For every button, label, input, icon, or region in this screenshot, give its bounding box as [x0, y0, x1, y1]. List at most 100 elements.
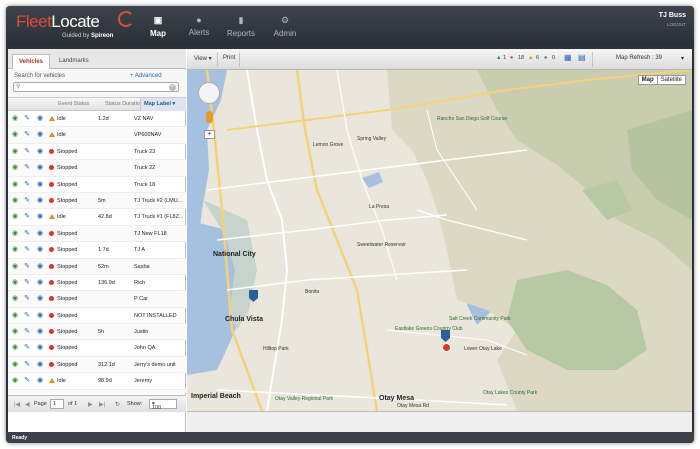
table-row[interactable]: ◉ ✎ ◉ Stopped P Car [8, 291, 186, 308]
edit-icon[interactable]: ✎ [23, 279, 31, 287]
edit-icon[interactable]: ✎ [23, 131, 31, 139]
edit-icon[interactable]: ✎ [23, 295, 31, 303]
locate-icon[interactable]: ◉ [11, 361, 19, 369]
tab-vehicles[interactable]: Vehicles [12, 54, 51, 69]
table-row[interactable]: ◉ ✎ ◉ Idle 98.9d Jeremy [8, 373, 186, 390]
table-row[interactable]: ◉ ✎ ◉ Stopped 52m Sasha [8, 258, 186, 275]
edit-icon[interactable]: ✎ [23, 328, 31, 336]
globe-icon[interactable]: ◉ [36, 377, 44, 385]
view-menu[interactable]: View ▾ [194, 55, 212, 62]
edit-icon[interactable]: ✎ [23, 263, 31, 271]
last-page-icon[interactable]: ▶| [99, 401, 105, 408]
table-row[interactable]: ◉ ✎ ◉ Idle 42.8d TJ Truck #1 (FL8Z... [8, 209, 186, 226]
fit-map-icon[interactable]: ▦ [564, 53, 572, 62]
locate-icon[interactable]: ◉ [11, 279, 19, 287]
pan-control[interactable] [198, 82, 220, 104]
expand-map-icon[interactable]: ▤ [578, 53, 586, 62]
locate-icon[interactable]: ◉ [11, 344, 19, 352]
nav-map[interactable]: ▣ Map [145, 6, 171, 46]
locate-icon[interactable]: ◉ [11, 295, 19, 303]
locate-icon[interactable]: ◉ [11, 181, 19, 189]
table-row[interactable]: ◉ ✎ ◉ Stopped John QA [8, 340, 186, 357]
locate-icon[interactable]: ◉ [11, 131, 19, 139]
globe-icon[interactable]: ◉ [36, 181, 44, 189]
edit-icon[interactable]: ✎ [23, 213, 31, 221]
table-row[interactable]: ◉ ✎ ◉ Stopped 312.1d Jerry's demo unit [8, 356, 186, 374]
edit-icon[interactable]: ✎ [23, 197, 31, 205]
logout-link[interactable]: LOGOUT [659, 22, 686, 27]
globe-icon[interactable]: ◉ [36, 164, 44, 172]
locate-icon[interactable]: ◉ [11, 148, 19, 156]
table-row[interactable]: ◉ ✎ ◉ Stopped Truck 23 [8, 144, 186, 161]
locate-icon[interactable]: ◉ [11, 312, 19, 320]
globe-icon[interactable]: ◉ [36, 361, 44, 369]
table-row[interactable]: ◉ ✎ ◉ Stopped 5m TJ Truck #2 (LMU... [8, 192, 186, 210]
locate-icon[interactable]: ◉ [11, 197, 19, 205]
print-button[interactable]: Print [223, 55, 235, 61]
next-page-icon[interactable]: ▶ [88, 401, 93, 408]
globe-icon[interactable]: ◉ [36, 263, 44, 271]
locate-icon[interactable]: ◉ [11, 263, 19, 271]
street-view-pegman-icon[interactable] [206, 111, 213, 123]
zoom-in-button[interactable]: + [204, 130, 215, 139]
table-row[interactable]: ◉ ✎ ◉ Stopped TJ New FL18 [8, 225, 186, 243]
vehicle-marker-icon[interactable] [441, 330, 450, 342]
table-row[interactable]: ◉ ✎ ◉ Stopped NOT INSTALLED [8, 308, 186, 325]
globe-icon[interactable]: ◉ [36, 328, 44, 336]
locate-icon[interactable]: ◉ [11, 377, 19, 385]
edit-icon[interactable]: ✎ [23, 148, 31, 156]
nav-alerts[interactable]: ● Alerts [184, 6, 214, 46]
prev-page-icon[interactable]: ◀ [25, 401, 30, 408]
edit-icon[interactable]: ✎ [23, 344, 31, 352]
tab-landmarks[interactable]: Landmarks [53, 54, 95, 69]
first-page-icon[interactable]: |◀ [14, 401, 20, 408]
map-type-satellite[interactable]: Satellite [658, 76, 685, 84]
header-map-label[interactable]: Map Label ▾ [140, 98, 186, 111]
globe-icon[interactable]: ◉ [36, 246, 44, 254]
globe-icon[interactable]: ◉ [36, 115, 44, 123]
globe-icon[interactable]: ◉ [36, 312, 44, 320]
table-row[interactable]: ◉ ✎ ◉ Idle 1.2d VZ NAV [8, 111, 186, 128]
table-row[interactable]: ◉ ✎ ◉ Stopped Truck 18 [8, 177, 186, 193]
map-type-map[interactable]: Map [639, 76, 658, 84]
globe-icon[interactable]: ◉ [36, 197, 44, 205]
header-event-status[interactable]: Event Status [58, 101, 89, 107]
globe-icon[interactable]: ◉ [36, 131, 44, 139]
edit-icon[interactable]: ✎ [23, 115, 31, 123]
edit-icon[interactable]: ✎ [23, 181, 31, 189]
table-row[interactable]: ◉ ✎ ◉ Idle VP600NAV [8, 127, 186, 144]
edit-icon[interactable]: ✎ [23, 361, 31, 369]
globe-icon[interactable]: ◉ [36, 279, 44, 287]
stopped-vehicle-marker-icon[interactable] [442, 343, 451, 355]
edit-icon[interactable]: ✎ [23, 164, 31, 172]
page-size-select[interactable]: 100 ▾ [149, 399, 177, 411]
clear-icon[interactable]: × [169, 84, 176, 91]
refresh-dropdown-icon[interactable]: ▾ [681, 55, 684, 62]
vehicle-marker-icon[interactable] [249, 290, 258, 302]
search-input[interactable]: ⚲ × [13, 82, 179, 92]
locate-icon[interactable]: ◉ [11, 164, 19, 172]
header-status-duration[interactable]: Status Duratio [105, 101, 140, 107]
edit-icon[interactable]: ✎ [23, 246, 31, 254]
refresh-icon[interactable]: ↻ [115, 401, 120, 408]
globe-icon[interactable]: ◉ [36, 230, 44, 238]
table-row[interactable]: ◉ ✎ ◉ Stopped 136.9d Rich [8, 275, 186, 292]
locate-icon[interactable]: ◉ [11, 213, 19, 221]
table-row[interactable]: ◉ ✎ ◉ Stopped Truck 22 [8, 160, 186, 177]
table-row[interactable]: ◉ ✎ ◉ Stopped 1.7d TJ A [8, 242, 186, 259]
locate-icon[interactable]: ◉ [11, 246, 19, 254]
globe-icon[interactable]: ◉ [36, 344, 44, 352]
table-row[interactable]: ◉ ✎ ◉ Stopped 5h Justin [8, 324, 186, 341]
locate-icon[interactable]: ◉ [11, 230, 19, 238]
nav-admin[interactable]: ⚙ Admin [269, 6, 301, 46]
locate-icon[interactable]: ◉ [11, 115, 19, 123]
edit-icon[interactable]: ✎ [23, 230, 31, 238]
table-row[interactable]: ◉✎◉Stopped7.2hJeff Taurus [8, 389, 186, 393]
globe-icon[interactable]: ◉ [36, 148, 44, 156]
edit-icon[interactable]: ✎ [23, 377, 31, 385]
globe-icon[interactable]: ◉ [36, 295, 44, 303]
locate-icon[interactable]: ◉ [11, 328, 19, 336]
advanced-search-link[interactable]: + Advanced [130, 73, 162, 79]
globe-icon[interactable]: ◉ [36, 213, 44, 221]
edit-icon[interactable]: ✎ [23, 312, 31, 320]
